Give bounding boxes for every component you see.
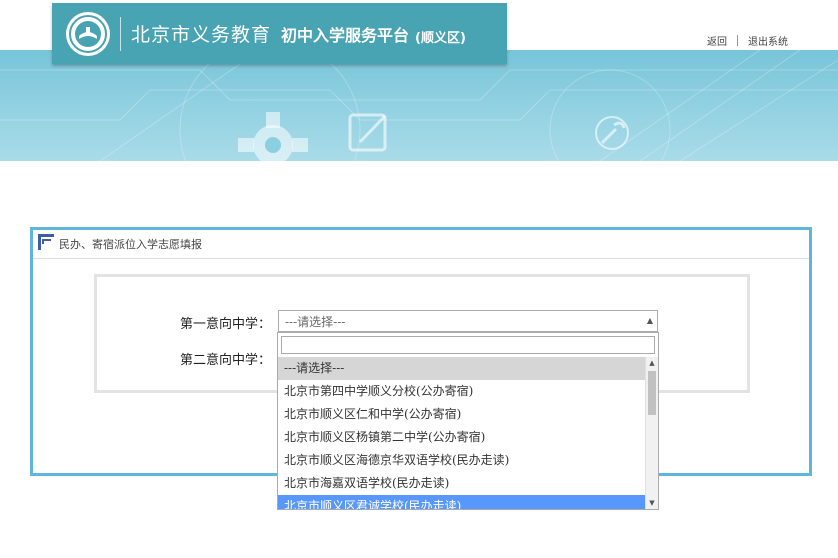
dropdown-option[interactable]: 北京市海嘉双语学校(民办走读) xyxy=(278,472,646,495)
site-logo: 北京市义务教育 初中入学服务平台 (顺义区) xyxy=(52,3,507,64)
dropdown-option[interactable]: 北京市顺义区海德京华双语学校(民办走读) xyxy=(278,449,646,472)
dropdown-option[interactable]: 北京市顺义区仁和中学(公办寄宿) xyxy=(278,403,646,426)
brand-sub-title: 初中入学服务平台 xyxy=(281,25,410,45)
banner xyxy=(0,50,838,161)
flag-icon xyxy=(37,233,55,255)
select-value: ---请选择--- xyxy=(285,314,346,329)
dropdown-search-input[interactable] xyxy=(281,336,655,354)
card-title: 民办、寄宿派位入学志愿填报 xyxy=(59,238,202,251)
brand-district: (顺义区) xyxy=(415,31,466,46)
dropdown-option[interactable]: 北京市顺义区杨镇第二中学(公办寄宿) xyxy=(278,426,646,449)
scrollbar-thumb[interactable] xyxy=(648,371,656,415)
wrench-icon xyxy=(595,116,629,150)
logo-divider xyxy=(120,16,121,51)
scroll-down-icon[interactable]: ▼ xyxy=(646,499,658,507)
first-choice-label: 第一意向中学： xyxy=(180,317,272,332)
second-choice-label: 第二意向中学： xyxy=(180,353,272,368)
scroll-up-icon[interactable]: ▲ xyxy=(646,359,658,367)
dropdown-option[interactable]: 北京市顺义区君诚学校(民办走读) xyxy=(278,495,646,509)
top-links: 返回 退出系统 xyxy=(707,33,788,48)
dropdown-options: ---请选择--- 北京市第四中学顺义分校(公办寄宿) 北京市顺义区仁和中学(公… xyxy=(278,357,646,509)
logout-link[interactable]: 退出系统 xyxy=(748,33,788,48)
brand-main-title: 北京市义务教育 xyxy=(131,24,272,46)
emblem-icon xyxy=(66,11,110,56)
back-link[interactable]: 返回 xyxy=(707,33,727,48)
first-choice-select[interactable]: ---请选择--- ▲ xyxy=(278,310,658,332)
gear-icon xyxy=(238,112,308,161)
dropdown-scrollbar[interactable]: ▲ ▼ xyxy=(645,357,658,509)
card-header: 民办、寄宿派位入学志愿填报 xyxy=(33,230,809,259)
link-separator xyxy=(737,35,738,46)
dropdown-option[interactable]: 北京市第四中学顺义分校(公办寄宿) xyxy=(278,380,646,403)
caret-up-icon: ▲ xyxy=(646,316,653,325)
dropdown-option[interactable]: ---请选择--- xyxy=(278,357,646,380)
school-dropdown: ---请选择--- 北京市第四中学顺义分校(公办寄宿) 北京市顺义区仁和中学(公… xyxy=(277,332,659,510)
